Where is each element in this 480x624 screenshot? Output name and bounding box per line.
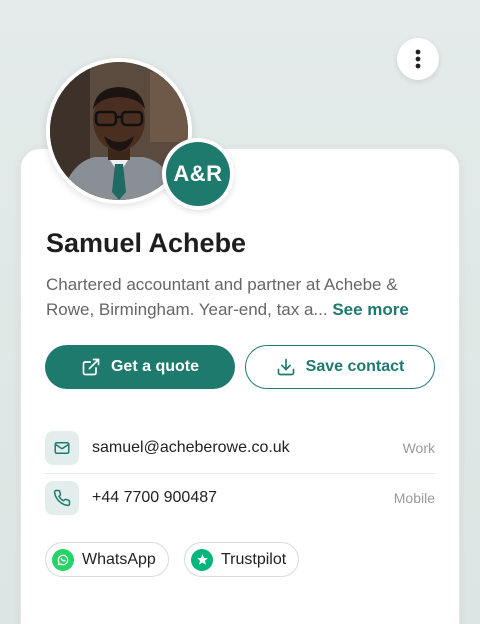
external-link-icon <box>82 358 100 376</box>
contact-row-email[interactable]: samuel@acheberowe.co.uk Work <box>45 430 435 466</box>
profile-name: Samuel Achebe <box>46 228 247 258</box>
more-options-button[interactable] <box>397 38 439 80</box>
get-quote-label: Get a quote <box>110 358 199 375</box>
contact-row-phone[interactable]: +44 7700 900487 Mobile <box>45 480 435 516</box>
email-value: samuel@acheberowe.co.uk <box>92 439 290 456</box>
profile-bio: Chartered accountant and partner at Ache… <box>46 272 441 322</box>
company-logo-text: A&R <box>166 142 230 206</box>
email-tag: Work <box>402 440 435 456</box>
download-icon <box>277 358 294 376</box>
phone-icon <box>45 481 79 515</box>
company-logo-badge: A&R <box>162 138 234 210</box>
get-quote-button[interactable]: Get a quote <box>45 345 235 389</box>
trustpilot-label: Trustpilot <box>221 550 287 568</box>
whatsapp-label: WhatsApp <box>82 550 156 568</box>
save-contact-label: Save contact <box>305 358 405 375</box>
save-contact-button[interactable]: Save contact <box>245 345 435 389</box>
see-more-link[interactable]: See more <box>332 300 409 319</box>
mail-icon <box>45 431 79 465</box>
trustpilot-icon <box>191 548 213 571</box>
trustpilot-chip[interactable]: Trustpilot <box>184 542 300 577</box>
whatsapp-chip[interactable]: WhatsApp <box>45 542 169 577</box>
whatsapp-icon <box>52 548 74 571</box>
contact-divider <box>45 473 435 474</box>
more-vertical-icon <box>415 49 421 69</box>
phone-value: +44 7700 900487 <box>92 489 218 506</box>
phone-tag: Mobile <box>393 490 435 506</box>
